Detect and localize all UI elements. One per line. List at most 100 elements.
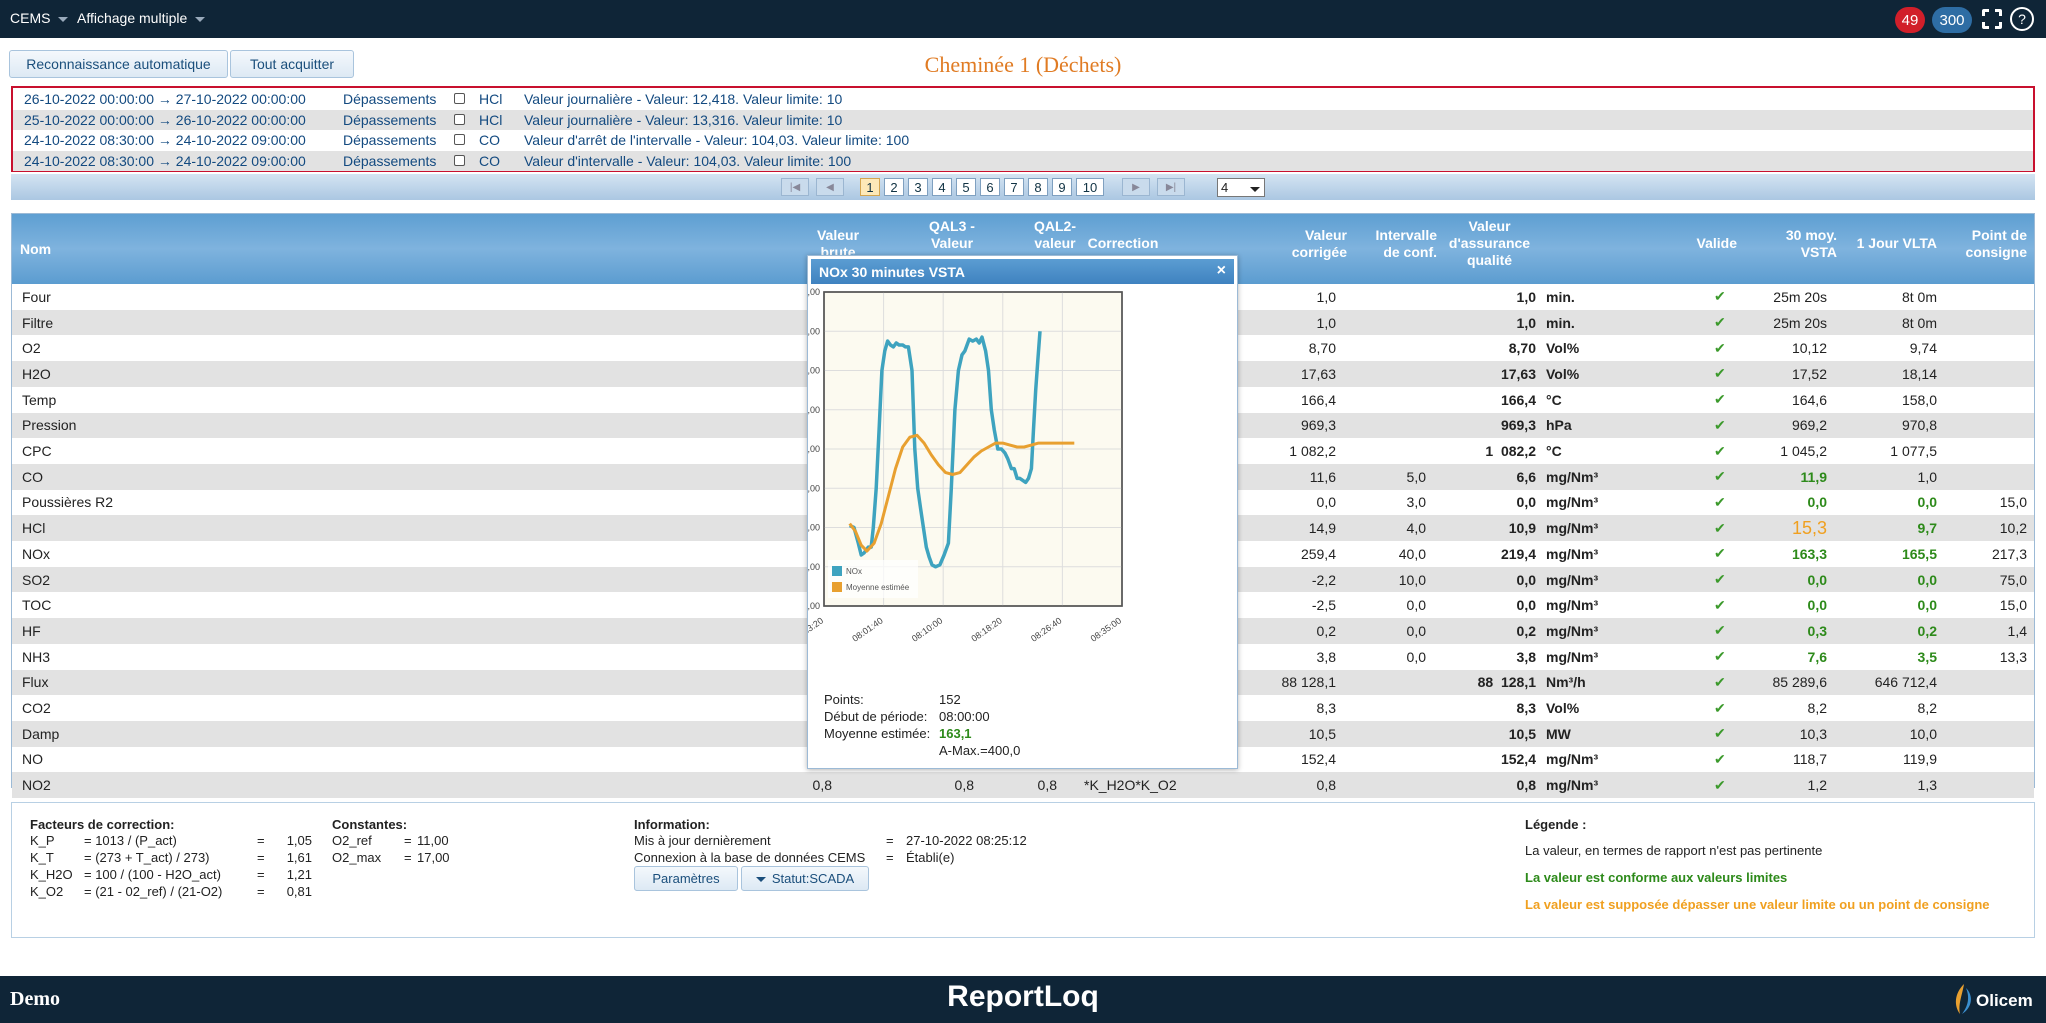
row-unit: mg/Nm³ xyxy=(1546,648,1599,665)
constants-title: Constantes: xyxy=(332,817,408,832)
col-setpoint-l2: consigne xyxy=(1965,244,2027,260)
y-tick-label: 240,00 xyxy=(808,287,820,297)
page-button-7[interactable]: 7 xyxy=(1004,178,1024,196)
app-menu[interactable]: CEMS xyxy=(10,10,69,26)
info-count-badge[interactable]: 300 xyxy=(1932,7,1972,33)
row-unit: mg/Nm³ xyxy=(1546,520,1599,537)
last-page-button[interactable]: ▶| xyxy=(1157,178,1185,196)
row-name: CPC xyxy=(22,443,52,460)
row-1day: 3,5 xyxy=(1917,648,1937,665)
row-1day: 1,0 xyxy=(1917,468,1937,485)
row-30min: 1,2 xyxy=(1807,777,1827,794)
row-1day: 1,3 xyxy=(1917,777,1937,794)
first-page-button[interactable]: |◀ xyxy=(781,178,809,196)
table-row[interactable]: NO2 0,8 0,8 0,8 *K_H2O*K_O2 0,8 0,8 mg/Nm³ ✔ 1,2 1… xyxy=(12,772,2034,798)
col-corrected[interactable]: Valeur corrigée xyxy=(1232,227,1347,261)
next-page-button[interactable]: ▶ xyxy=(1122,178,1150,196)
row-unit: hPa xyxy=(1546,417,1572,434)
row-unit: mg/Nm³ xyxy=(1546,597,1599,614)
page-button-6[interactable]: 6 xyxy=(980,178,1000,196)
alarm-component: CO xyxy=(479,152,500,169)
col-qa-value[interactable]: Valeur d'assurance qualité xyxy=(1442,218,1537,269)
help-icon[interactable]: ? xyxy=(2010,7,2034,31)
col-1day[interactable]: 1 Jour VLTA xyxy=(1842,235,1937,252)
row-unit: Vol% xyxy=(1546,700,1580,717)
alarm-period: 24-10-2022 08:30:00 → 24-10-2022 09:00:0… xyxy=(24,152,306,169)
alarm-list: 26-10-2022 00:00:00 → 27-10-2022 00:00:0… xyxy=(11,86,2035,172)
page-button-9[interactable]: 9 xyxy=(1052,178,1072,196)
correction-title: Facteurs de correction: xyxy=(30,817,175,832)
col-conf-interval[interactable]: Intervalle de conf. xyxy=(1352,227,1437,261)
col-30min-l1: 30 moy. xyxy=(1785,227,1837,243)
x-tick-label: 07:53:20 xyxy=(808,615,825,643)
row-30min: 15,3 xyxy=(1791,517,1827,538)
page-size-select[interactable]: 4 xyxy=(1217,178,1265,197)
info-key: Mis à jour dernièrement xyxy=(634,833,771,848)
factor-formula: = 100 / (100 - H2O_act) xyxy=(84,867,221,882)
row-30min: 0,0 xyxy=(1807,597,1827,614)
amax-value: A-Max.=400,0 xyxy=(939,743,1021,758)
col-name[interactable]: Nom xyxy=(20,241,51,258)
row-qa-value: 1,0 xyxy=(1516,314,1536,331)
row-1day: 0,0 xyxy=(1917,494,1937,511)
constant-value: 17,00 xyxy=(417,850,450,865)
col-30min[interactable]: 30 moy. VSTA xyxy=(1757,227,1837,261)
check-icon: ✔ xyxy=(1714,545,1726,562)
col-setpoint[interactable]: Point de consigne xyxy=(1947,227,2027,261)
row-name: SO2 xyxy=(22,571,51,588)
page-button-3[interactable]: 3 xyxy=(908,178,928,196)
row-name: NOx xyxy=(22,545,50,562)
legend-swatch xyxy=(832,566,842,576)
olicem-logo-text: Olicem xyxy=(1976,991,2033,1010)
check-icon: ✔ xyxy=(1714,750,1726,767)
acknowledge-checkbox[interactable] xyxy=(454,154,465,166)
row-qa-value: 219,4 xyxy=(1500,545,1536,562)
page-button-1[interactable]: 1 xyxy=(860,178,880,196)
acknowledge-checkbox[interactable] xyxy=(454,113,465,125)
status-button[interactable]: Statut:SCADA xyxy=(741,866,869,891)
alarm-row[interactable]: 24-10-2022 08:30:00 → 24-10-2022 09:00:0… xyxy=(13,150,2033,171)
y-tick-label: 180,00 xyxy=(808,405,820,415)
row-qa-value: 88 128,1 xyxy=(1477,674,1536,691)
row-1day: 9,7 xyxy=(1917,520,1937,537)
y-tick-label: 80,00 xyxy=(808,601,820,611)
row-setpoint: 10,2 xyxy=(1999,520,2027,537)
close-icon[interactable]: × xyxy=(1217,262,1226,280)
view-menu[interactable]: Affichage multiple xyxy=(77,10,206,26)
estimated-avg-value: 163,1 xyxy=(939,726,972,741)
fullscreen-icon[interactable] xyxy=(1981,8,2003,30)
col-qa-l1: Valeur xyxy=(1468,218,1511,234)
information-title: Information: xyxy=(634,817,710,832)
alarm-row[interactable]: 25-10-2022 00:00:00 → 26-10-2022 00:00:0… xyxy=(13,109,2033,130)
row-1day: 1 077,5 xyxy=(1890,443,1937,460)
col-conf-l2: de conf. xyxy=(1383,244,1437,260)
row-1day: 970,8 xyxy=(1901,417,1937,434)
popup-title-bar[interactable]: NOx 30 minutes VSTA × xyxy=(811,259,1234,284)
col-qal3[interactable]: QAL3 - Valeur xyxy=(912,218,992,252)
page-button-2[interactable]: 2 xyxy=(884,178,904,196)
row-name: Poussières R2 xyxy=(22,494,114,511)
parameters-button[interactable]: Paramètres xyxy=(634,866,738,891)
row-qa-value: 17,63 xyxy=(1500,365,1536,382)
chart-popup[interactable]: NOx 30 minutes VSTA × 80,00 100,00 120,00 14… xyxy=(807,255,1238,769)
page-button-8[interactable]: 8 xyxy=(1028,178,1048,196)
page-button-5[interactable]: 5 xyxy=(956,178,976,196)
acknowledge-checkbox[interactable] xyxy=(454,93,465,104)
row-1day: 158,0 xyxy=(1901,391,1937,408)
page-button-10[interactable]: 10 xyxy=(1076,178,1104,196)
factor-eq: = xyxy=(257,833,265,848)
row-1day: 119,9 xyxy=(1903,751,1937,768)
prev-page-button[interactable]: ◀ xyxy=(816,178,844,196)
row-30min: 164,6 xyxy=(1791,391,1827,408)
row-qa-value: 0,8 xyxy=(1516,777,1536,794)
row-qa-value: 1 082,2 xyxy=(1485,443,1536,460)
acknowledge-checkbox[interactable] xyxy=(454,134,465,145)
alarm-type: Dépassements xyxy=(343,111,437,128)
alarm-count-badge[interactable]: 49 xyxy=(1895,7,1925,33)
col-valid[interactable]: Valide xyxy=(1677,235,1737,252)
y-tick-label: 220,00 xyxy=(808,326,820,336)
alarm-row[interactable]: 24-10-2022 08:30:00 → 24-10-2022 09:00:0… xyxy=(13,130,2033,150)
alarm-row[interactable]: 26-10-2022 00:00:00 → 27-10-2022 00:00:0… xyxy=(13,89,2033,109)
col-correction[interactable]: Correction xyxy=(1083,235,1163,252)
page-button-4[interactable]: 4 xyxy=(932,178,952,196)
